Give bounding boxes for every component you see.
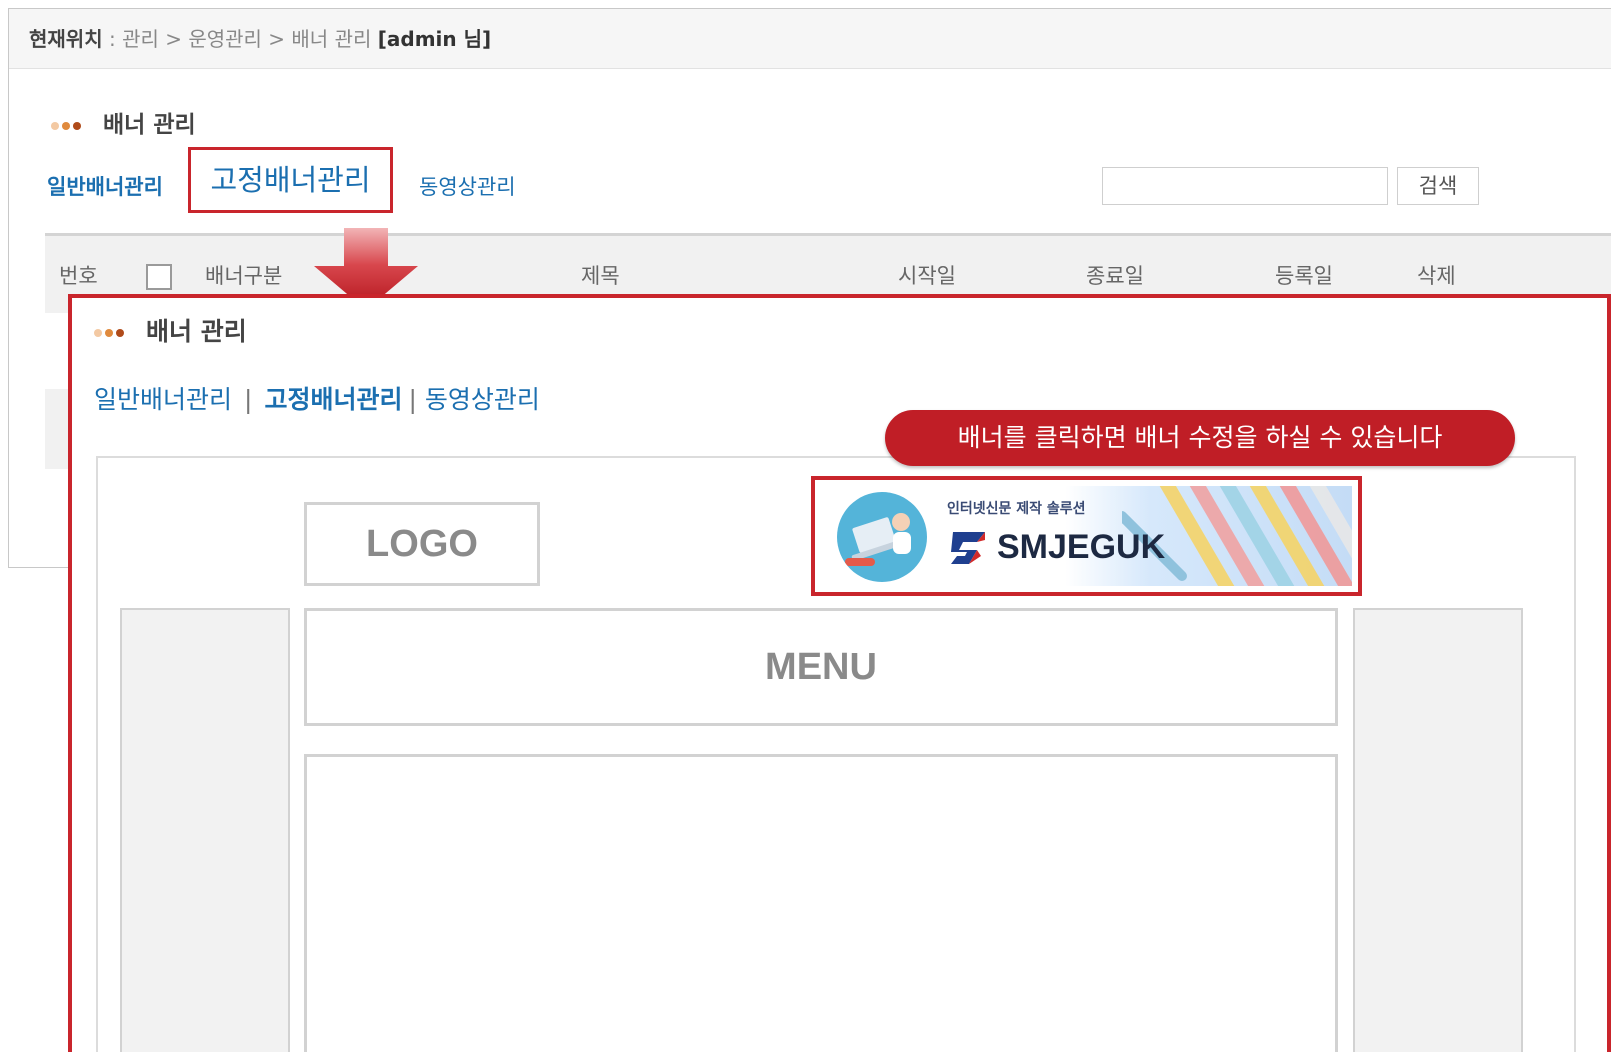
column-title: 제목: [581, 264, 620, 288]
bg-tab-bar: 일반배너관리 동영상관리: [47, 171, 516, 201]
logo-placeholder: LOGO: [304, 502, 540, 586]
column-number: 번호: [59, 264, 98, 288]
detail-title-text: 배너 관리: [146, 317, 247, 346]
content-placeholder: [304, 754, 1338, 1052]
right-banner-slot[interactable]: [1353, 608, 1523, 1052]
breadcrumb: 현재위치 : 관리 > 운영관리 > 배너 관리 [admin 님]: [9, 9, 1611, 69]
page-title-text: 배너 관리: [103, 112, 196, 138]
column-banner-type: 배너구분: [205, 264, 283, 288]
breadcrumb-path: : 관리 > 운영관리 > 배너 관리: [108, 27, 372, 51]
top-banner-slot[interactable]: 인터넷신문 제작 솔루션 SMJEGUK: [811, 476, 1362, 596]
search-button[interactable]: 검색: [1397, 167, 1479, 205]
tooltip-edit-hint: 배너를 클릭하면 배너 수정을 하실 수 있습니다: [885, 410, 1515, 466]
banner-subtitle: 인터넷신문 제작 솔루션: [947, 501, 1086, 517]
dots-bullet-icon: [51, 120, 85, 132]
page-title: 배너 관리: [51, 105, 196, 139]
column-delete: 삭제: [1417, 264, 1456, 288]
laptop-illustration-icon: [837, 492, 927, 582]
column-reg-date: 등록일: [1275, 264, 1333, 288]
column-end-date: 종료일: [1086, 264, 1144, 288]
tab-separator: |: [244, 385, 253, 414]
tab-general-banner[interactable]: 일반배너관리: [47, 175, 163, 199]
detail-panel: 배너 관리 일반배너관리 | 고정배너관리 | 동영상관리 LOGO MENU 배너를 …: [68, 294, 1611, 1052]
tab-general-banner[interactable]: 일반배너관리: [94, 385, 232, 414]
tab-video[interactable]: 동영상관리: [419, 171, 516, 201]
checkbox-icon[interactable]: [146, 264, 172, 290]
banner-brand-text: SMJEGUK: [997, 528, 1166, 566]
dots-bullet-icon: [94, 327, 128, 339]
menu-placeholder: MENU: [304, 608, 1338, 726]
tab-video[interactable]: 동영상관리: [425, 385, 540, 414]
tab-fixed-banner[interactable]: 고정배너관리: [264, 385, 402, 414]
detail-tab-bar: 일반배너관리 | 고정배너관리 | 동영상관리: [94, 380, 540, 416]
detail-title: 배너 관리: [94, 312, 247, 348]
tab-separator: |: [408, 385, 417, 414]
breadcrumb-user: [admin 님]: [377, 27, 492, 51]
fixed-banner-tab-callout[interactable]: 고정배너관리: [188, 147, 393, 213]
banner-image[interactable]: 인터넷신문 제작 솔루션 SMJEGUK: [821, 486, 1352, 586]
smjeguk-logo-icon: [951, 532, 985, 564]
left-banner-slot[interactable]: [120, 608, 290, 1052]
search-input[interactable]: [1102, 167, 1388, 205]
breadcrumb-label: 현재위치: [29, 27, 103, 51]
column-start-date: 시작일: [898, 264, 956, 288]
